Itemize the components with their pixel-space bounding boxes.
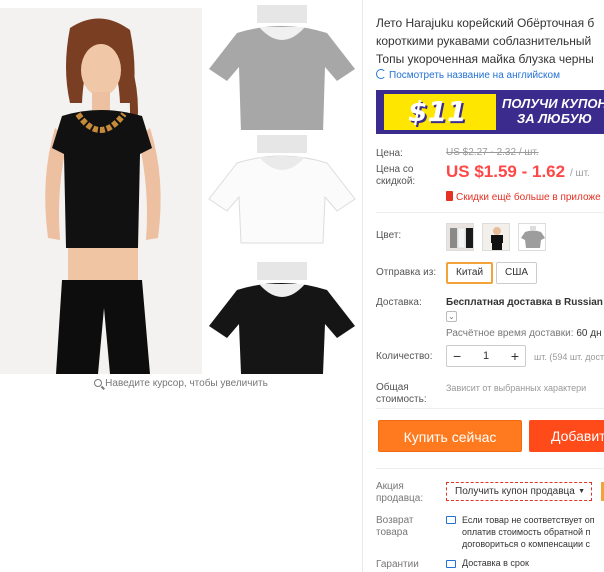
coupon-banner[interactable]: $11 ПОЛУЧИ КУПОН ЗА ЛЮБУЮ <box>376 90 604 134</box>
seller-promo-label: Акция продавца: <box>376 481 423 505</box>
old-price: US $2.27 - 2.32 / шт. <box>446 147 539 158</box>
quantity-stepper: − 1 + <box>446 345 526 367</box>
returns-label-line: товара <box>376 527 408 538</box>
price-label: Цена: <box>376 148 403 159</box>
translate-icon <box>376 69 386 79</box>
translate-title-link[interactable]: Посмотреть название на английском <box>376 69 560 81</box>
section-divider <box>376 212 604 213</box>
price-unit: / шт. <box>570 168 590 179</box>
quantity-available: шт. (594 шт. доступ <box>534 352 604 362</box>
seller-promo-label-line: продавца: <box>376 493 424 504</box>
delivery-label: Доставка: <box>376 297 422 308</box>
coupon-dropdown-label: Получить купон продавца <box>455 486 575 497</box>
seller-promo-label-line: Акция <box>376 481 404 492</box>
model-photo-illustration <box>0 8 202 374</box>
total-note: Зависит от выбранных характери <box>446 383 587 393</box>
app-discount-text: Скидки ещё больше в приложе <box>456 192 601 203</box>
chevron-down-icon: ▼ <box>578 488 585 495</box>
quantity-minus-button[interactable]: − <box>453 346 461 366</box>
return-policy-line: оплатив стоимость обратной п <box>462 527 591 537</box>
thumbnail-black[interactable] <box>202 262 362 387</box>
section-divider <box>376 408 604 409</box>
phone-icon <box>446 191 453 201</box>
thumbnail-white[interactable] <box>202 135 362 260</box>
section-divider <box>376 468 604 469</box>
add-to-cart-button[interactable]: Добавит <box>529 420 604 452</box>
delivery-value: Бесплатная доставка в Russian F <box>446 297 604 308</box>
white-top-image <box>208 135 356 244</box>
total-label-line: Общая <box>376 382 409 393</box>
column-divider <box>362 0 363 572</box>
guarantee-value: Доставка в срок <box>462 558 529 568</box>
swatch-image <box>447 224 473 250</box>
banner-amount: $11 <box>408 95 467 128</box>
delivery-expand-button[interactable]: ⌄ <box>446 311 457 322</box>
ship-from-usa[interactable]: США <box>496 262 538 284</box>
title-line: Топы укороченная майка блузка черны <box>376 52 594 66</box>
eta-value: 60 дн <box>576 328 602 339</box>
returns-label: Возврат товара <box>376 515 414 539</box>
color-swatch-1[interactable] <box>446 223 474 251</box>
ship-from-china[interactable]: Китай <box>446 262 494 284</box>
translate-link-text: Посмотреть название на английском <box>389 70 560 81</box>
discount-price: US $1.59 - 1.62 <box>446 162 566 181</box>
ship-from-label: Отправка из: <box>376 267 437 278</box>
discount-label-line: Цена со <box>376 164 414 175</box>
banner-promo-text: ПОЛУЧИ КУПОН ЗА ЛЮБУЮ <box>502 96 604 126</box>
product-info-panel: Лето Harajuku корейский Обёрточная б кор… <box>376 0 604 572</box>
color-label: Цвет: <box>376 230 402 241</box>
delivery-eta: Расчётное время доставки: 60 дн <box>446 328 602 339</box>
black-top-image <box>209 262 355 374</box>
return-policy-line: Если товар не соответствует оп <box>462 515 595 525</box>
quantity-value[interactable]: 1 <box>483 350 489 362</box>
total-label: Общая стоимость: <box>376 382 427 406</box>
main-product-photo[interactable] <box>0 8 202 374</box>
title-line: Лето Harajuku корейский Обёрточная б <box>376 16 595 30</box>
total-label-line: стоимость: <box>376 394 427 405</box>
return-policy-text: Если товар не соответствует оп оплатив с… <box>462 514 604 550</box>
return-policy-icon <box>446 516 456 524</box>
gray-top-image <box>209 5 355 130</box>
product-gallery: Наведите курсор, чтобы увеличить <box>0 0 362 572</box>
return-policy-line: договориться о компенсации с <box>462 539 591 549</box>
thumbnail-strip <box>202 0 362 395</box>
buy-now-button[interactable]: Купить сейчас <box>378 420 522 452</box>
zoom-hint: Наведите курсор, чтобы увеличить <box>0 378 362 389</box>
title-line: короткими рукавами соблазнительный <box>376 34 592 48</box>
magnifier-icon <box>94 379 103 387</box>
zoom-hint-text: Наведите курсор, чтобы увеличить <box>105 378 268 389</box>
quantity-plus-button[interactable]: + <box>511 346 519 366</box>
banner-promo-line: ПОЛУЧИ КУПОН <box>502 96 604 111</box>
truck-icon <box>446 560 456 568</box>
returns-label-line: Возврат <box>376 515 414 526</box>
seller-coupon-dropdown[interactable]: Получить купон продавца ▼ <box>446 482 592 501</box>
guarantee-label: Гарантии <box>376 559 419 570</box>
discount-label-line: скидкой: <box>376 176 416 187</box>
product-title: Лето Harajuku корейский Обёрточная б кор… <box>376 14 604 68</box>
banner-promo-line: ЗА ЛЮБУЮ <box>516 111 592 126</box>
color-swatch-3[interactable] <box>518 223 546 251</box>
color-swatch-2[interactable] <box>482 223 510 251</box>
quantity-label: Количество: <box>376 351 433 362</box>
eta-label: Расчётное время доставки: <box>446 328 574 339</box>
swatch-image <box>519 224 545 250</box>
app-discount-link[interactable]: Скидки ещё больше в приложе <box>446 191 601 203</box>
thumbnail-gray[interactable] <box>202 5 362 130</box>
swatch-image <box>483 224 509 250</box>
discount-price-label: Цена со скидкой: <box>376 164 415 188</box>
